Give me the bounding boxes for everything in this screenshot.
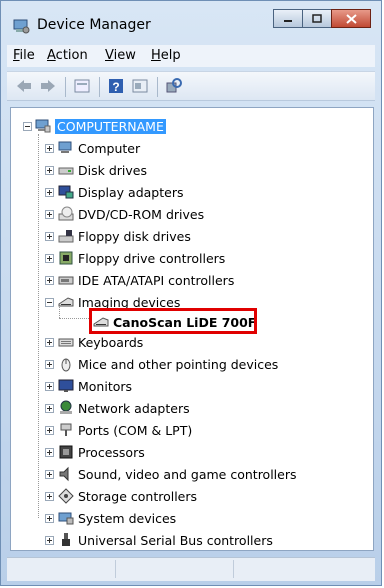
maximize-button[interactable] <box>302 9 332 28</box>
disk-drive-icon <box>58 167 74 175</box>
device-manager-app-icon <box>13 19 30 34</box>
keyboard-icon <box>58 338 74 347</box>
minimize-icon <box>284 19 292 22</box>
expand-ide-controllers[interactable] <box>45 276 54 285</box>
tree-item-processors[interactable]: Processors <box>78 445 145 460</box>
mouse-icon <box>61 358 71 372</box>
expand-display-adapters[interactable] <box>45 188 54 197</box>
update-driver-icon[interactable] <box>131 77 149 95</box>
minimize-button[interactable] <box>273 9 303 28</box>
display-adapter-icon <box>58 185 74 199</box>
toolbar: ? <box>7 71 375 101</box>
menu-file[interactable]: File <box>13 48 35 63</box>
expand-network-adapters[interactable] <box>45 404 54 413</box>
caption-buttons <box>273 9 371 28</box>
tree-item-usb-controllers[interactable]: Universal Serial Bus controllers <box>78 533 273 548</box>
tree-item-disk-drives[interactable]: Disk drives <box>78 163 147 178</box>
tree-item-network-adapters[interactable]: Network adapters <box>78 401 190 416</box>
expand-sound[interactable] <box>45 470 54 479</box>
menu-view[interactable]: View <box>105 48 136 63</box>
floppy-drive-icon <box>58 230 74 243</box>
close-icon <box>345 13 357 24</box>
tree-item-system-devices[interactable]: System devices <box>78 511 176 526</box>
expand-computer[interactable] <box>45 144 54 153</box>
expand-floppy-drives[interactable] <box>45 232 54 241</box>
expand-floppy-controllers[interactable] <box>45 254 54 263</box>
port-icon <box>60 423 72 436</box>
toolbar-separator <box>65 77 66 97</box>
expand-mice[interactable] <box>45 360 54 369</box>
expand-monitors[interactable] <box>45 382 54 391</box>
scan-hardware-icon[interactable] <box>165 77 183 95</box>
menu-bar: File Action View Help <box>7 45 375 67</box>
computer-root-icon <box>35 119 51 133</box>
highlight-box <box>89 308 257 334</box>
expand-processors[interactable] <box>45 448 54 457</box>
status-bar <box>7 557 375 581</box>
back-icon[interactable] <box>15 77 33 95</box>
floppy-controller-icon <box>59 251 73 265</box>
storage-controller-icon <box>58 488 74 504</box>
monitor-icon <box>58 379 74 392</box>
expand-keyboards[interactable] <box>45 338 54 347</box>
ide-controller-icon <box>58 276 74 285</box>
collapse-imaging-devices[interactable] <box>45 298 54 307</box>
tree-item-floppy-drives[interactable]: Floppy disk drives <box>78 229 191 244</box>
title-bar[interactable]: Device Manager <box>1 1 381 39</box>
forward-icon[interactable] <box>39 77 57 95</box>
tree-item-monitors[interactable]: Monitors <box>78 379 132 394</box>
tree-item-floppy-controllers[interactable]: Floppy drive controllers <box>78 251 225 266</box>
menu-action[interactable]: Action <box>47 48 88 63</box>
toolbar-separator <box>157 77 158 97</box>
status-cell <box>115 560 234 578</box>
dvd-drive-icon <box>58 206 74 221</box>
help-icon[interactable]: ? <box>107 77 125 95</box>
tree-item-ports[interactable]: Ports (COM & LPT) <box>78 423 192 438</box>
properties-icon[interactable] <box>73 77 91 95</box>
window-title: Device Manager <box>37 17 151 33</box>
close-button[interactable] <box>331 9 371 28</box>
usb-icon <box>62 533 70 546</box>
network-adapter-icon <box>60 400 72 414</box>
tree-item-sound[interactable]: Sound, video and game controllers <box>78 467 297 482</box>
tree-line <box>38 134 40 518</box>
imaging-device-icon <box>58 297 74 307</box>
collapse-expander[interactable] <box>23 122 32 131</box>
tree-root-label[interactable]: COMPUTERNAME <box>55 118 166 134</box>
expand-storage-controllers[interactable] <box>45 492 54 501</box>
expand-disk-drives[interactable] <box>45 166 54 175</box>
tree-line <box>59 318 91 320</box>
tree-item-dvd-drives[interactable]: DVD/CD-ROM drives <box>78 207 204 222</box>
device-manager-window: Device Manager File Action View Help ? C… <box>0 0 382 586</box>
tree-item-keyboards[interactable]: Keyboards <box>78 335 143 350</box>
svg-text:?: ? <box>112 80 119 94</box>
expand-dvd-drives[interactable] <box>45 210 54 219</box>
tree-item-mice[interactable]: Mice and other pointing devices <box>78 357 278 372</box>
tree-item-computer[interactable]: Computer <box>78 141 140 156</box>
maximize-icon <box>312 14 322 23</box>
expand-system-devices[interactable] <box>45 514 54 523</box>
tree-item-storage-controllers[interactable]: Storage controllers <box>78 489 197 504</box>
toolbar-separator <box>99 77 100 97</box>
tree-item-ide-controllers[interactable]: IDE ATA/ATAPI controllers <box>78 273 234 288</box>
device-tree[interactable]: COMPUTERNAME Computer Disk drives Displa… <box>10 107 374 551</box>
processor-icon <box>59 445 73 459</box>
menu-help[interactable]: Help <box>151 48 181 63</box>
status-cell <box>233 560 374 578</box>
expand-ports[interactable] <box>45 426 54 435</box>
tree-item-display-adapters[interactable]: Display adapters <box>78 185 183 200</box>
sound-icon <box>59 466 69 482</box>
computer-icon <box>58 141 72 153</box>
expand-usb-controllers[interactable] <box>45 536 54 545</box>
system-device-icon <box>58 512 74 525</box>
